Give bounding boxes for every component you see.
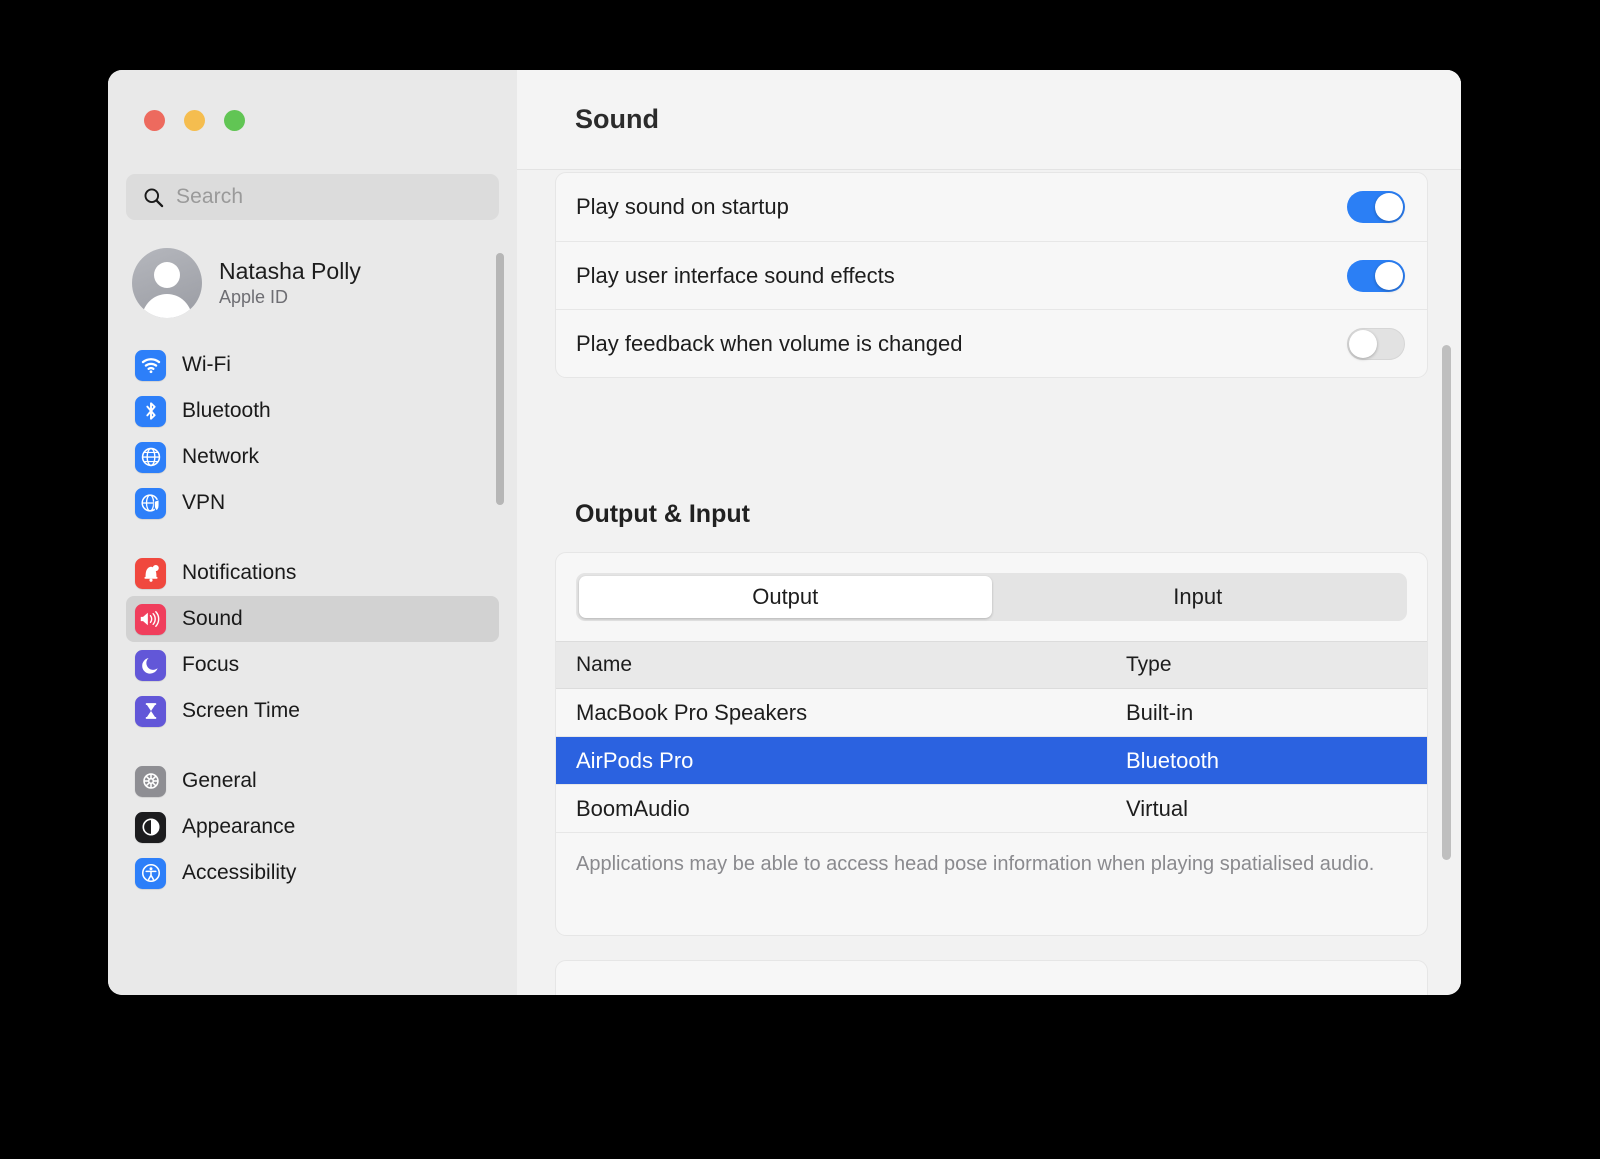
toggle-switch[interactable]	[1347, 191, 1405, 223]
traffic-lights	[144, 110, 245, 131]
setting-label: Play sound on startup	[576, 194, 1347, 220]
table-row[interactable]: MacBook Pro Speakers Built-in	[556, 689, 1427, 737]
output-volume-card: Output volume	[555, 960, 1428, 995]
sidebar-item-wi-fi[interactable]: Wi-Fi	[126, 342, 499, 388]
system-settings-window: Search Natasha Polly Apple ID Wi-Fi Blue…	[108, 70, 1461, 995]
sidebar-item-focus[interactable]: Focus	[126, 642, 499, 688]
sidebar-item-label: VPN	[182, 491, 225, 515]
search-icon	[143, 187, 164, 208]
sidebar-item-label: Sound	[182, 607, 243, 631]
sidebar-group-2: General Appearance Accessibility	[108, 758, 517, 896]
search-placeholder: Search	[176, 185, 243, 209]
tab-input[interactable]: Input	[992, 576, 1405, 618]
table-row[interactable]: BoomAudio Virtual	[556, 785, 1427, 833]
sidebar-item-notifications[interactable]: Notifications	[126, 550, 499, 596]
toggle-knob	[1349, 330, 1377, 358]
sidebar-nav: Wi-Fi Bluetooth Network VPN Notification…	[108, 342, 517, 920]
device-name: AirPods Pro	[556, 748, 1126, 774]
sidebar-item-label: Appearance	[182, 815, 295, 839]
sidebar-group-1: Notifications Sound Focus Screen Time	[108, 550, 517, 734]
toggle-switch[interactable]	[1347, 260, 1405, 292]
sidebar-item-label: Focus	[182, 653, 239, 677]
account-row[interactable]: Natasha Polly Apple ID	[132, 248, 361, 318]
sidebar-item-vpn[interactable]: VPN	[126, 480, 499, 526]
titlebar: Sound	[517, 70, 1461, 170]
sidebar-item-label: Notifications	[182, 561, 296, 585]
search-input[interactable]: Search	[126, 174, 499, 220]
sidebar: Search Natasha Polly Apple ID Wi-Fi Blue…	[108, 70, 517, 995]
sidebar-item-label: Wi-Fi	[182, 353, 231, 377]
gear-icon	[135, 766, 166, 797]
globe-icon	[135, 442, 166, 473]
sidebar-item-label: Bluetooth	[182, 399, 271, 423]
account-name: Natasha Polly	[219, 257, 361, 286]
output-volume-row: Output volume	[556, 961, 1427, 995]
vpn-icon	[135, 488, 166, 519]
main-panel: Sound Play sound on startup Play user in…	[517, 70, 1461, 995]
setting-label: Play user interface sound effects	[576, 263, 1347, 289]
minimize-button[interactable]	[184, 110, 205, 131]
avatar	[132, 248, 202, 318]
main-scrollbar[interactable]	[1442, 345, 1451, 860]
settings-content: Play sound on startup Play user interfac…	[517, 170, 1461, 995]
device-name: MacBook Pro Speakers	[556, 700, 1126, 726]
bluetooth-icon	[135, 396, 166, 427]
sidebar-item-accessibility[interactable]: Accessibility	[126, 850, 499, 896]
toggle-knob	[1375, 262, 1403, 290]
hourglass-icon	[135, 696, 166, 727]
tab-output[interactable]: Output	[579, 576, 992, 618]
sidebar-item-sound[interactable]: Sound	[126, 596, 499, 642]
device-type: Virtual	[1126, 796, 1427, 822]
wifi-icon	[135, 350, 166, 381]
sidebar-scrollbar[interactable]	[496, 253, 504, 505]
column-header-name: Name	[556, 653, 1126, 677]
table-row[interactable]: AirPods Pro Bluetooth	[556, 737, 1427, 785]
sidebar-item-label: Accessibility	[182, 861, 296, 885]
setting-row: Play user interface sound effects	[556, 241, 1427, 309]
device-type: Built-in	[1126, 700, 1427, 726]
toggle-switch[interactable]	[1347, 328, 1405, 360]
spatial-audio-note: Applications may be able to access head …	[556, 833, 1427, 878]
output-input-segmented-control: OutputInput	[576, 573, 1407, 621]
device-name: BoomAudio	[556, 796, 1126, 822]
sidebar-item-network[interactable]: Network	[126, 434, 499, 480]
accessibility-icon	[135, 858, 166, 889]
device-rows: MacBook Pro Speakers Built-inAirPods Pro…	[556, 689, 1427, 833]
sidebar-group-0: Wi-Fi Bluetooth Network VPN	[108, 342, 517, 526]
page-title: Sound	[575, 104, 659, 135]
setting-row: Play feedback when volume is changed	[556, 309, 1427, 377]
column-header-type: Type	[1126, 653, 1427, 677]
sound-effects-card: Play sound on startup Play user interfac…	[555, 172, 1428, 378]
sidebar-item-label: General	[182, 769, 257, 793]
speaker-icon	[135, 604, 166, 635]
sidebar-item-screen-time[interactable]: Screen Time	[126, 688, 499, 734]
zoom-button[interactable]	[224, 110, 245, 131]
device-type: Bluetooth	[1126, 748, 1427, 774]
output-input-heading: Output & Input	[575, 500, 750, 529]
sidebar-item-label: Network	[182, 445, 259, 469]
device-table-header: Name Type	[556, 641, 1427, 689]
setting-label: Play feedback when volume is changed	[576, 331, 1347, 357]
appearance-icon	[135, 812, 166, 843]
moon-icon	[135, 650, 166, 681]
sidebar-item-appearance[interactable]: Appearance	[126, 804, 499, 850]
account-subtitle: Apple ID	[219, 286, 361, 309]
devices-card: OutputInput Name Type MacBook Pro Speake…	[555, 552, 1428, 936]
setting-row: Play sound on startup	[556, 173, 1427, 241]
output-volume-slider[interactable]	[952, 993, 1400, 995]
sidebar-item-label: Screen Time	[182, 699, 300, 723]
bell-icon	[135, 558, 166, 589]
toggle-knob	[1375, 193, 1403, 221]
sidebar-item-general[interactable]: General	[126, 758, 499, 804]
close-button[interactable]	[144, 110, 165, 131]
device-table: Name Type MacBook Pro Speakers Built-inA…	[556, 641, 1427, 833]
sidebar-item-bluetooth[interactable]: Bluetooth	[126, 388, 499, 434]
